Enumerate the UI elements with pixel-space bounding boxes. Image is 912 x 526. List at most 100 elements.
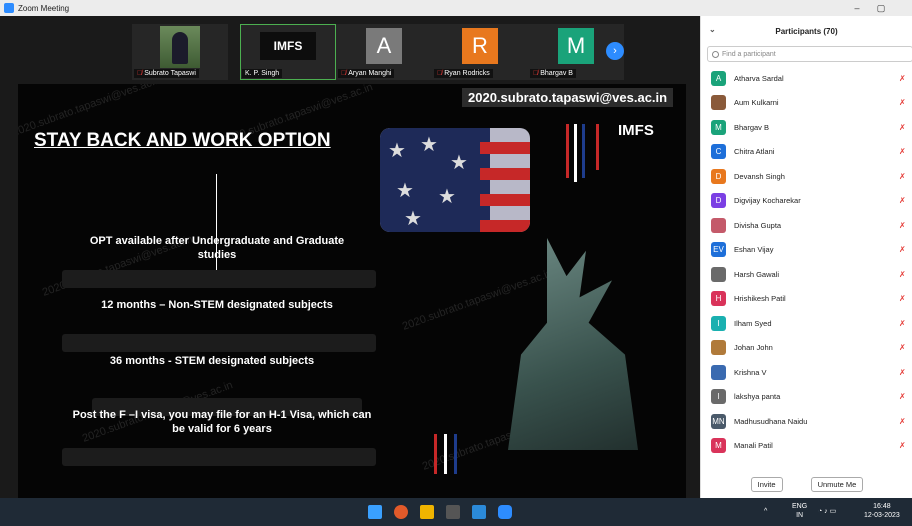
participant-row[interactable]: Divisha Gupta ✗ [701,213,912,238]
video-strip: 🎙̸ Subrato Tapaswi IMFS K. P. Singh A 🎙̸ A… [132,24,624,80]
bullet-point: 12 months – Non-STEM designated subjects [101,299,333,311]
title-bar: Zoom Meeting – ▢ [0,0,912,16]
participant-list: A Atharva Sardal ✗ Aum Kulkarni ✗ M Bhargav B ✗… [701,66,912,458]
bullet-point: Post the F –I visa, you may file for an … [72,409,372,435]
avatar: A [711,70,726,86]
invite-button[interactable]: Invite [750,477,783,492]
mic-off-icon: 🎙̸ [437,70,443,77]
participant-name: Johan John [734,343,773,353]
avatar-letter: R [462,28,498,64]
video-tile[interactable]: A 🎙̸ Aryan Manghi [336,24,432,80]
avatar: MN [711,413,726,429]
tile-name: Subrato Tapaswi [144,70,196,77]
next-page-arrow-icon[interactable]: › [606,42,624,60]
avatar [711,217,726,233]
mic-off-icon: 🎙̸ [341,70,347,77]
avatar-letter: M [558,28,594,64]
participant-row[interactable]: D Devansh Singh ✗ [701,164,912,189]
region-indicator: IN [796,512,804,519]
participant-name: Aum Kulkarni [734,98,779,108]
wifi-volume-battery-icon[interactable]: ◔ ♪ ▭ [818,507,836,516]
avatar [711,95,726,111]
mic-off-icon: 🎙̸ [137,70,143,77]
participant-row[interactable]: Johan John ✗ [701,336,912,361]
participant-photo [160,26,200,68]
tile-name: Bhargav B [540,70,573,77]
unmute-me-button[interactable]: Unmute Me [810,477,864,492]
participant-row[interactable]: D Digvijay Kocharekar ✗ [701,189,912,214]
language-indicator[interactable]: ENG [792,502,807,511]
video-tile[interactable]: 🎙̸ Subrato Tapaswi [132,24,228,80]
participant-name: Atharva Sardal [734,73,784,83]
mic-off-icon: ✗ [899,245,906,255]
avatar: M [711,119,726,135]
search-input[interactable]: Find a participant [707,46,912,62]
mic-off-icon: ✗ [899,269,906,279]
avatar: C [711,144,726,160]
terminal-icon[interactable] [446,505,460,519]
participant-name: Eshan Vijay [734,245,774,255]
mic-off-icon: 🎙̸ [533,70,539,77]
avatar: EV [711,242,726,258]
participant-name: Bhargav B [734,122,770,132]
participant-name: Digvijay Kocharekar [734,196,801,206]
windows-taskbar: ^ ENG IN ◔ ♪ ▭ 16:48 12-03-2023 [0,498,912,526]
mic-off-icon: ✗ [899,171,906,181]
us-flag-image: ★ ★ ★ ★ ★ ★ [380,128,530,232]
zoom-taskbar-icon[interactable] [498,505,512,519]
participant-name: Ilham Syed [734,318,772,328]
participant-name: Chitra Atlani [734,147,775,157]
mic-off-icon: ✗ [899,392,906,402]
minimize-button[interactable]: – [846,0,868,16]
tray-chevron-icon[interactable]: ^ [764,507,767,516]
brave-browser-icon[interactable] [394,505,408,519]
avatar: D [711,193,726,209]
video-tile[interactable]: R 🎙̸ Ryan Rodricks [432,24,528,80]
mic-off-icon: ✗ [899,343,906,353]
zoom-logo-icon [4,3,14,13]
mic-off-icon: ✗ [899,98,906,108]
avatar: D [711,168,726,184]
participant-row[interactable]: C Chitra Atlani ✗ [701,140,912,165]
participant-row[interactable]: M Manali Patil ✗ [701,434,912,459]
tile-name: K. P. Singh [245,70,280,77]
vscode-icon[interactable] [472,505,486,519]
mic-off-icon: ✗ [899,122,906,132]
mic-off-icon: ✗ [899,318,906,328]
clock-time[interactable]: 16:48 [864,502,900,511]
video-area: 🎙̸ Subrato Tapaswi IMFS K. P. Singh A 🎙̸ A… [0,16,700,510]
mic-off-icon: ✗ [899,220,906,230]
participant-row[interactable]: l lakshya panta ✗ [701,385,912,410]
mic-off-icon: ✗ [899,367,906,377]
participant-row[interactable]: M Bhargav B ✗ [701,115,912,140]
imfs-logo: IMFS [618,122,654,139]
participant-row[interactable]: H Hrishikesh Patil ✗ [701,287,912,312]
participant-name: Harsh Gawali [734,269,780,279]
mic-off-icon: ✗ [899,196,906,206]
video-tile-active-speaker[interactable]: IMFS K. P. Singh [240,24,336,80]
zoom-window: Zoom Meeting – ▢ 🎙̸ Subrato Tapaswi IMFS … [0,0,912,526]
avatar-letter: A [366,28,402,64]
collapse-chevron-icon[interactable]: ⌄ [709,25,716,34]
participant-row[interactable]: Harsh Gawali ✗ [701,262,912,287]
tile-name: Ryan Rodricks [444,70,490,77]
participant-row[interactable]: Krishna V ✗ [701,360,912,385]
participant-name: Hrishikesh Patil [734,294,786,304]
watermark: 2020.subrato.tapaswi@ves.ac.in [400,267,555,333]
participant-row[interactable]: EV Eshan Vijay ✗ [701,238,912,263]
participant-row[interactable]: A Atharva Sardal ✗ [701,66,912,91]
windows-start-icon[interactable] [368,505,382,519]
participant-name: Devansh Singh [734,171,785,181]
participant-row[interactable]: I Ilham Syed ✗ [701,311,912,336]
participants-title: Participants (70) [775,26,838,36]
maximize-button[interactable]: ▢ [870,0,892,16]
mic-off-icon: ✗ [899,73,906,83]
participant-row[interactable]: MN Madhusudhana Naidu ✗ [701,409,912,434]
avatar [711,340,726,356]
mic-off-icon: ✗ [899,294,906,304]
participant-name: Manali Patil [734,441,773,451]
imfs-logo: IMFS [260,32,316,60]
file-explorer-icon[interactable] [420,505,434,519]
participant-row[interactable]: Aum Kulkarni ✗ [701,91,912,116]
search-placeholder: Find a participant [722,50,776,58]
